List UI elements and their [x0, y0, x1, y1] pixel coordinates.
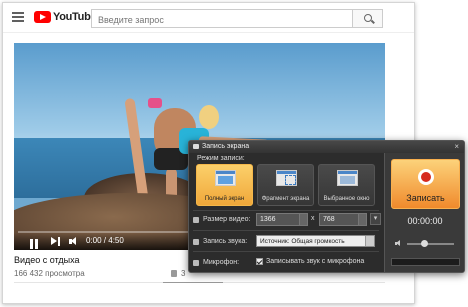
recording-timer: 00:00:00	[407, 216, 443, 226]
youtube-header: YouTube RU	[3, 3, 414, 33]
mic-label-row: Микрофон:	[193, 259, 239, 266]
recorder-titlebar[interactable]: Запись экрана ×	[189, 141, 464, 153]
sound-source-select[interactable]: Источник: Общая громкость	[256, 235, 375, 247]
record-panel: Записать 00:00:00	[384, 153, 464, 272]
view-count: 166 432 просмотра	[14, 269, 85, 278]
mic-checkbox[interactable]: Записывать звук с микрофона	[256, 258, 364, 265]
mode-label-text: Выбранное окно	[323, 196, 370, 202]
size-presets-icon[interactable]: ▾	[370, 213, 381, 225]
mode-fragment-button[interactable]: Фрагмент экрана	[257, 164, 314, 206]
volume-icon[interactable]	[69, 237, 81, 246]
divider	[193, 251, 379, 252]
thumbs-up-icon	[171, 270, 177, 277]
microphone-icon	[193, 259, 199, 266]
sound-label: Запись звука:	[203, 238, 248, 245]
volume-icon	[395, 240, 403, 247]
chevron-down-icon	[365, 236, 374, 246]
size-label-row: Размер видео:	[193, 216, 250, 223]
height-value: 768	[323, 216, 335, 223]
video-title: Видео с отдыха	[14, 255, 80, 265]
mic-label: Микрофон:	[203, 259, 240, 266]
recorder-app-icon	[193, 144, 199, 149]
mode-label: Режим записи:	[197, 155, 245, 162]
screen: YouTube RU	[0, 0, 468, 307]
like-ratio-bar	[163, 282, 223, 283]
youtube-logo-text: YouTube	[53, 11, 97, 23]
spinner-arrows-icon[interactable]	[358, 214, 366, 225]
next-icon[interactable]	[51, 237, 61, 246]
pause-icon[interactable]	[30, 236, 40, 249]
mode-label-text: Полный экран	[204, 196, 245, 202]
checkbox-checked-icon	[256, 258, 263, 265]
record-button[interactable]: Записать	[391, 159, 460, 209]
resize-icon	[193, 216, 199, 223]
height-input[interactable]: 768	[319, 213, 367, 226]
close-icon[interactable]: ×	[454, 142, 459, 151]
volume-slider-knob[interactable]	[421, 240, 428, 247]
divider	[193, 210, 379, 211]
video-figure-head	[199, 105, 219, 129]
search-icon	[364, 14, 372, 22]
sound-source-value: Источник: Общая громкость	[260, 238, 345, 245]
like-button[interactable]: 3	[171, 269, 185, 278]
audio-level-meter	[391, 258, 460, 266]
sound-label-row: Запись звука:	[193, 238, 247, 245]
recorder-title: Запись экрана	[202, 143, 250, 150]
mode-label-text: Фрагмент экрана	[261, 196, 310, 202]
divider	[193, 230, 379, 231]
size-label: Размер видео:	[203, 216, 251, 223]
times-sign: x	[311, 215, 315, 222]
like-count: 3	[181, 269, 186, 278]
spinner-arrows-icon[interactable]	[299, 214, 307, 225]
search-box	[91, 9, 353, 29]
record-icon	[418, 169, 434, 185]
monitor-icon	[215, 170, 236, 186]
video-figure-shoe	[148, 98, 162, 108]
mode-full-screen-button[interactable]: Полный экран	[196, 164, 253, 206]
mic-checkbox-label: Записывать звук с микрофона	[266, 258, 365, 265]
search-button[interactable]	[353, 9, 383, 28]
record-button-label: Записать	[406, 193, 445, 203]
youtube-play-logo-icon	[34, 11, 51, 23]
width-value: 1366	[260, 216, 276, 223]
speaker-icon	[193, 238, 199, 245]
mode-window-button[interactable]: Выбранное окно	[318, 164, 375, 206]
window-icon	[337, 170, 358, 186]
time-display: 0:00 / 4:50	[86, 236, 124, 245]
volume-slider[interactable]	[407, 240, 454, 247]
fragment-icon	[276, 170, 297, 186]
width-input[interactable]: 1366	[256, 213, 308, 226]
search-input[interactable]	[92, 11, 352, 29]
hamburger-menu-icon[interactable]	[12, 12, 24, 22]
screen-recorder-window: Запись экрана × Режим записи: Полный экр…	[188, 140, 465, 273]
